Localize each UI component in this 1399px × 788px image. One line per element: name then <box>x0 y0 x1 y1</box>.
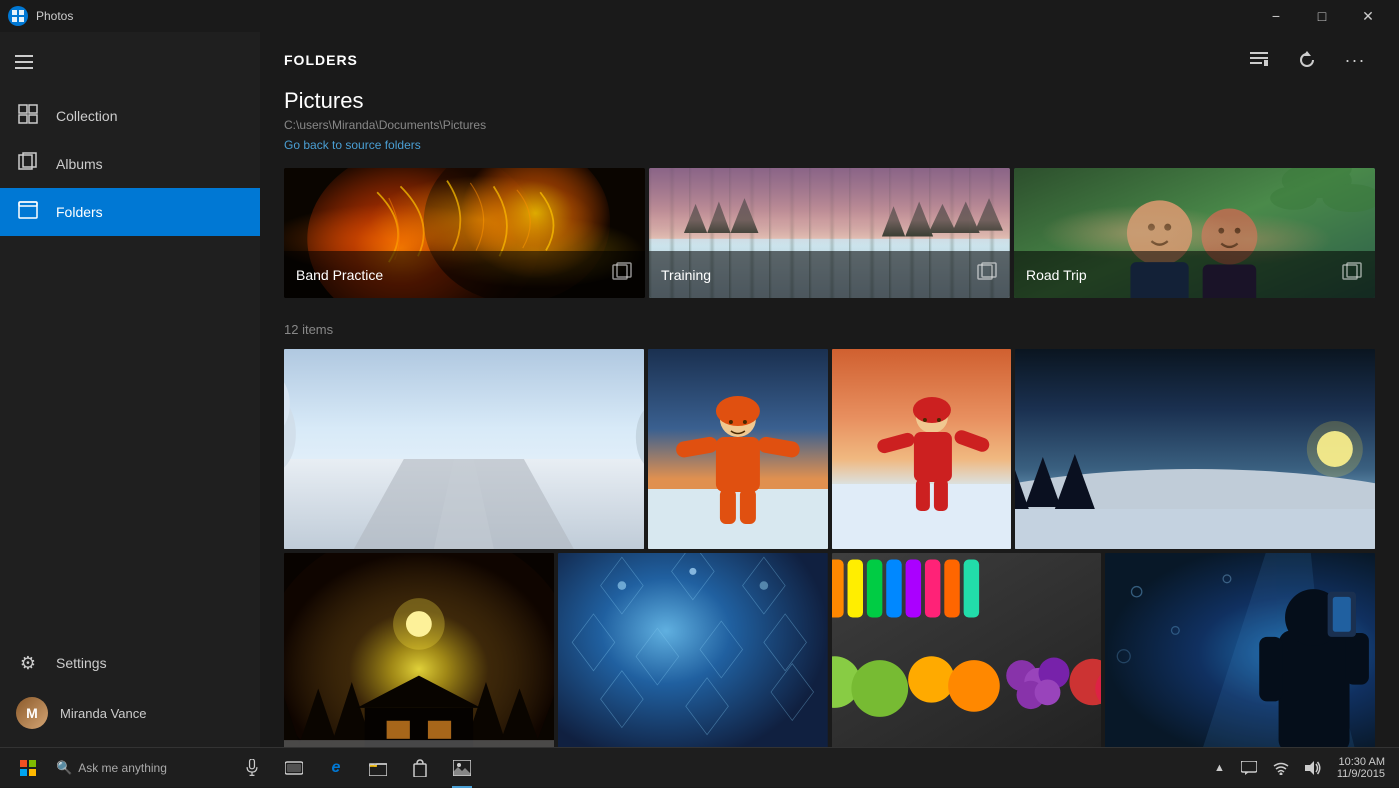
taskbar-date-value: 11/9/2015 <box>1337 768 1385 780</box>
folder-card-label-training: Training <box>649 251 1010 298</box>
taskbar-volume-icon[interactable] <box>1299 748 1327 788</box>
more-button[interactable]: ··· <box>1335 40 1375 80</box>
photo-kid-orange[interactable] <box>648 349 828 549</box>
collection-icon <box>16 104 40 129</box>
folder-stack-icon-3 <box>1341 261 1363 288</box>
photo-blue-texture[interactable] <box>558 553 828 747</box>
items-count: 12 items <box>284 322 1375 337</box>
taskbar-expand-icon[interactable]: ▲ <box>1208 748 1231 788</box>
app-container: Collection Albums Folders ⚙ <box>0 32 1399 747</box>
photo-kid-skiing[interactable] <box>832 349 1012 549</box>
close-button[interactable]: ✕ <box>1345 0 1391 32</box>
photo-sunset-snow[interactable] <box>1015 349 1375 549</box>
refresh-button[interactable] <box>1287 40 1327 80</box>
folder-card-name-training: Training <box>661 267 711 283</box>
sidebar-item-label-collection: Collection <box>56 108 117 124</box>
taskbar-app-mic[interactable] <box>232 748 272 788</box>
maximize-button[interactable]: □ <box>1299 0 1345 32</box>
section-title: Pictures <box>284 88 1375 114</box>
pictures-section: Pictures C:\users\Miranda\Documents\Pict… <box>284 88 1375 168</box>
taskbar-comment-icon[interactable] <box>1235 748 1263 788</box>
photo-grid-row-2 <box>284 553 1375 747</box>
albums-icon <box>16 152 40 177</box>
sidebar: Collection Albums Folders ⚙ <box>0 32 260 747</box>
main-content: FOLDERS ··· <box>260 32 1399 747</box>
user-profile[interactable]: M Miranda Vance <box>0 687 260 739</box>
folder-card-band-practice[interactable]: Band Practice <box>284 168 645 298</box>
view-toggle-button[interactable] <box>1239 40 1279 80</box>
photo-colorful-food[interactable] <box>832 553 1102 747</box>
taskbar-app-tablet[interactable] <box>274 748 314 788</box>
user-name: Miranda Vance <box>60 706 146 721</box>
folder-card-name-band-practice: Band Practice <box>296 267 383 283</box>
taskbar-apps: e <box>232 748 482 788</box>
user-avatar: M <box>16 697 48 729</box>
folder-card-label-road-trip: Road Trip <box>1014 251 1375 298</box>
settings-item[interactable]: ⚙ Settings <box>0 639 260 687</box>
sidebar-item-label-albums: Albums <box>56 156 103 172</box>
taskbar-time-value: 10:30 AM <box>1339 756 1385 768</box>
folder-stack-icon-1 <box>611 261 633 288</box>
folder-card-label-band-practice: Band Practice <box>284 251 645 298</box>
taskbar-app-photos[interactable] <box>442 748 482 788</box>
search-icon: 🔍 <box>56 760 72 776</box>
sidebar-item-collection[interactable]: Collection <box>0 92 260 140</box>
sidebar-item-label-folders: Folders <box>56 204 103 220</box>
title-bar-left: Photos <box>8 6 73 26</box>
minimize-button[interactable]: − <box>1253 0 1299 32</box>
more-icon: ··· <box>1345 50 1366 71</box>
photo-grid-row-1 <box>284 349 1375 549</box>
window-controls: − □ ✕ <box>1253 0 1391 32</box>
sidebar-bottom: ⚙ Settings M Miranda Vance <box>0 639 260 747</box>
photo-night-cabin[interactable] <box>284 553 554 747</box>
settings-icon: ⚙ <box>16 653 40 674</box>
section-path: C:\users\Miranda\Documents\Pictures <box>284 118 1375 132</box>
taskbar-app-edge[interactable]: e <box>316 748 356 788</box>
taskbar: 🔍 Ask me anything e <box>0 747 1399 787</box>
header-actions: ··· <box>1239 40 1375 80</box>
taskbar-search-bar[interactable]: 🔍 Ask me anything <box>48 756 228 780</box>
folders-row: Band Practice <box>284 168 1375 298</box>
settings-label: Settings <box>56 655 107 671</box>
folder-stack-icon-2 <box>976 261 998 288</box>
taskbar-wifi-icon[interactable] <box>1267 748 1295 788</box>
folder-card-road-trip[interactable]: Road Trip <box>1014 168 1375 298</box>
sidebar-item-albums[interactable]: Albums <box>0 140 260 188</box>
folder-card-name-road-trip: Road Trip <box>1026 267 1087 283</box>
content-header: FOLDERS ··· <box>260 32 1399 88</box>
start-button[interactable] <box>8 748 48 788</box>
title-bar: Photos − □ ✕ <box>0 0 1399 32</box>
taskbar-right: ▲ 10:30 AM 11/9/2015 <box>1208 748 1391 788</box>
photo-underwater-blue[interactable] <box>1105 553 1375 747</box>
user-initials: M <box>26 705 38 721</box>
scroll-area[interactable]: Pictures C:\users\Miranda\Documents\Pict… <box>260 88 1399 747</box>
taskbar-app-explorer[interactable] <box>358 748 398 788</box>
page-title: FOLDERS <box>284 52 358 68</box>
folder-card-training[interactable]: Training <box>649 168 1010 298</box>
taskbar-search-placeholder: Ask me anything <box>78 761 167 775</box>
go-back-link[interactable]: Go back to source folders <box>284 138 421 152</box>
sidebar-item-folders[interactable]: Folders <box>0 188 260 236</box>
photo-winter-road[interactable] <box>284 349 644 549</box>
hamburger-button[interactable] <box>0 40 48 88</box>
taskbar-app-store[interactable] <box>400 748 440 788</box>
folders-icon <box>16 201 40 224</box>
app-title: Photos <box>36 9 73 23</box>
hamburger-icon <box>15 55 33 74</box>
app-icon <box>8 6 28 26</box>
taskbar-datetime[interactable]: 10:30 AM 11/9/2015 <box>1331 756 1391 780</box>
